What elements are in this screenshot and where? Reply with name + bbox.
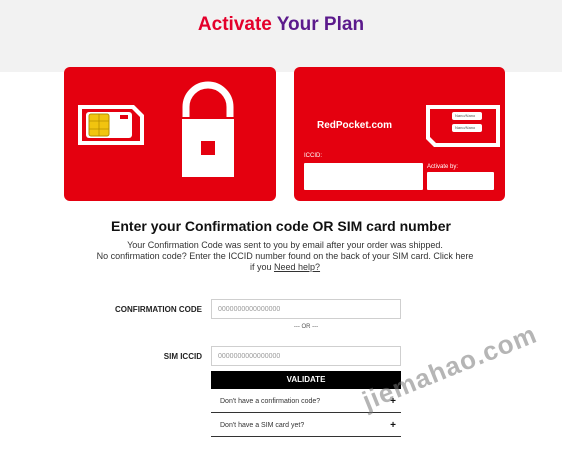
sim-card-back: RedPocket.com Nano/Nano Nano/Nano ICCID:… [294,67,505,201]
activate-by-box [427,172,494,190]
sim-iccid-input[interactable] [211,346,401,366]
need-help-link[interactable]: Need help? [274,262,320,272]
instructions-heading: Enter your Confirmation code OR SIM card… [111,218,451,234]
page: Activate Your Plan RedPocket.com Nano/Na… [0,0,562,464]
expand-plus-icon[interactable]: + [390,420,396,431]
chip-label-2: Nano/Nano [455,125,476,130]
iccid-box [304,163,423,190]
page-title: Activate Your Plan [0,14,562,36]
instructions-line-2: No confirmation code? Enter the ICCID nu… [96,251,474,261]
instructions-text: Your Confirmation Code was sent to you b… [50,240,520,273]
header-band [0,0,562,72]
instructions-line-3-prefix: if you [249,262,274,272]
watermark: jiemahao.com [358,318,542,416]
instructions-line-3: if you Need help? [50,262,520,273]
accordion-label: Don't have a SIM card yet? [220,422,305,429]
instructions-line-1: Your Confirmation Code was sent to you b… [127,240,443,250]
accordion-label: Don't have a confirmation code? [220,398,321,405]
accordion-no-sim-card[interactable]: Don't have a SIM card yet? + [211,415,401,437]
sim-lock-illustration [64,67,276,201]
title-your-plan: Your Plan [276,14,365,35]
activate-by-label: Activate by: [427,164,459,170]
or-divider: --- OR --- [293,324,319,330]
chip-label-1: Nano/Nano [455,113,476,118]
confirmation-code-input[interactable] [211,299,401,319]
confirmation-code-label: CONFIRMATION CODE [115,305,202,314]
padlock-icon [182,81,234,177]
title-activate: Activate [197,14,272,35]
iccid-label: ICCID: [304,153,322,159]
sim-iccid-label: SIM ICCID [163,352,202,361]
